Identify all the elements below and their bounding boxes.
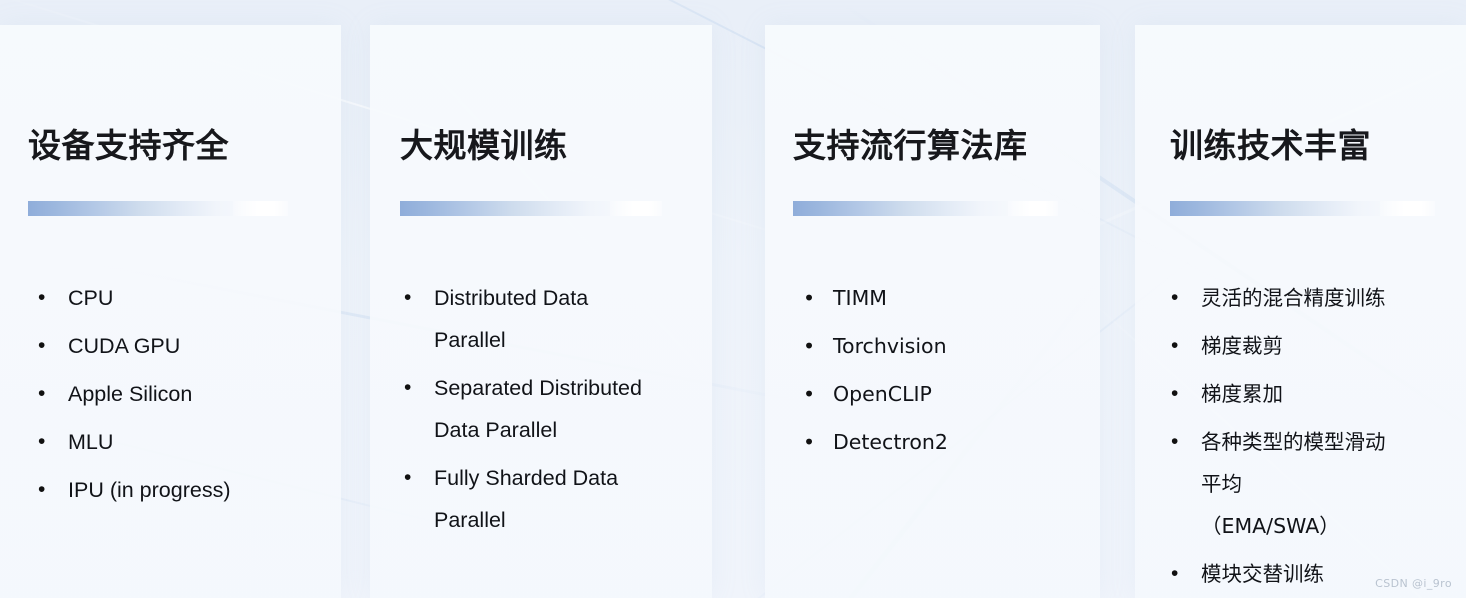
bullet-icon: • bbox=[1171, 382, 1179, 405]
list-item-label: TIMM bbox=[833, 286, 887, 310]
bullet-icon: • bbox=[803, 334, 816, 358]
bullet-icon: • bbox=[803, 286, 816, 310]
feature-card-popular-algorithm-libraries[interactable]: 支持流行算法库 • TIMM • Torchvision • OpenCLIP • Detec… bbox=[765, 25, 1100, 598]
list-item-label: CUDA GPU bbox=[68, 334, 181, 358]
list-item: • Distributed Data Parallel bbox=[396, 277, 702, 361]
list-item: • Fully Sharded Data Parallel bbox=[396, 457, 702, 541]
list-item: • OpenCLIP bbox=[795, 373, 1090, 415]
list-item: • Apple Silicon bbox=[30, 373, 331, 415]
list-item-label: Distributed Data Parallel bbox=[434, 286, 589, 352]
list-item: • Separated Distributed Data Parallel bbox=[396, 367, 702, 451]
bullet-icon: • bbox=[1171, 430, 1179, 453]
feature-card-group: 设备支持齐全 • CPU • CUDA GPU • Apple Silicon • MLU • I… bbox=[0, 0, 1466, 598]
accent-highlight bbox=[1008, 201, 1058, 216]
bullet-icon: • bbox=[38, 286, 46, 309]
list-item-label: 梯度累加 bbox=[1201, 382, 1283, 406]
list-item: • TIMM bbox=[795, 277, 1090, 319]
list-item-label: OpenCLIP bbox=[833, 382, 932, 406]
list-item-label: 各种类型的模型滑动 平均 （EMA/SWA） bbox=[1201, 430, 1386, 538]
bullet-icon: • bbox=[803, 382, 816, 406]
list-item-label: Torchvision bbox=[833, 334, 947, 358]
list-item: • CUDA GPU bbox=[30, 325, 331, 367]
list-item-label: CPU bbox=[68, 286, 114, 310]
list-item: • 灵活的混合精度训练 bbox=[1163, 277, 1456, 319]
card-bullet-list: • TIMM • Torchvision • OpenCLIP • Detectron2 bbox=[795, 277, 1090, 469]
watermark: CSDN @i_9ro bbox=[1375, 577, 1452, 590]
accent-gradient bbox=[793, 201, 1015, 216]
bullet-icon: • bbox=[1171, 562, 1179, 585]
list-item-label: IPU (in progress) bbox=[68, 478, 231, 502]
card-bullet-list: • 灵活的混合精度训练 • 梯度裁剪 • 梯度累加 • 各种类型的模型滑动 平均 （EMA/S… bbox=[1163, 277, 1456, 598]
title-accent-rule bbox=[793, 201, 1058, 216]
bullet-icon: • bbox=[803, 430, 816, 454]
bullet-icon: • bbox=[1171, 334, 1179, 357]
accent-gradient bbox=[28, 201, 250, 216]
feature-card-device-support[interactable]: 设备支持齐全 • CPU • CUDA GPU • Apple Silicon • MLU • I… bbox=[0, 25, 341, 598]
bullet-icon: • bbox=[404, 376, 412, 399]
list-item-label: 灵活的混合精度训练 bbox=[1201, 286, 1386, 310]
card-title: 大规模训练 bbox=[400, 126, 568, 165]
list-item-label: Separated Distributed Data Parallel bbox=[434, 376, 642, 442]
bullet-icon: • bbox=[38, 382, 46, 405]
card-title: 支持流行算法库 bbox=[793, 126, 1028, 165]
list-item: • Torchvision bbox=[795, 325, 1090, 367]
list-item: • 梯度累加 bbox=[1163, 373, 1456, 415]
bullet-icon: • bbox=[38, 478, 46, 501]
card-title: 设备支持齐全 bbox=[28, 126, 229, 165]
card-title: 训练技术丰富 bbox=[1170, 126, 1371, 165]
slide-canvas: 设备支持齐全 • CPU • CUDA GPU • Apple Silicon • MLU • I… bbox=[0, 0, 1466, 598]
accent-gradient bbox=[1170, 201, 1392, 216]
feature-card-rich-training-techniques[interactable]: 训练技术丰富 • 灵活的混合精度训练 • 梯度裁剪 • 梯度累加 • 各种类型的模型滑动 平均… bbox=[1135, 25, 1466, 598]
bullet-icon: • bbox=[1171, 286, 1179, 309]
list-item-label: 梯度裁剪 bbox=[1201, 334, 1283, 358]
title-accent-rule bbox=[28, 201, 288, 216]
list-item: • 梯度裁剪 bbox=[1163, 325, 1456, 367]
list-item: • Detectron2 bbox=[795, 421, 1090, 463]
accent-highlight bbox=[610, 201, 662, 216]
bullet-icon: • bbox=[404, 286, 412, 309]
list-item-label: Detectron2 bbox=[833, 430, 948, 454]
title-accent-rule bbox=[1170, 201, 1435, 216]
bullet-icon: • bbox=[38, 430, 46, 453]
list-item-label: Apple Silicon bbox=[68, 382, 193, 406]
list-item: • CPU bbox=[30, 277, 331, 319]
feature-card-large-scale-training[interactable]: 大规模训练 • Distributed Data Parallel • Separat… bbox=[370, 25, 712, 598]
list-item-label: Fully Sharded Data Parallel bbox=[434, 466, 619, 532]
card-bullet-list: • CPU • CUDA GPU • Apple Silicon • MLU • IPU (in … bbox=[30, 277, 331, 517]
title-accent-rule bbox=[400, 201, 662, 216]
list-item: • MLU bbox=[30, 421, 331, 463]
accent-gradient bbox=[400, 201, 625, 216]
card-bullet-list: • Distributed Data Parallel • Separated Dis… bbox=[396, 277, 702, 547]
list-item-label: MLU bbox=[68, 430, 114, 454]
accent-highlight bbox=[1380, 201, 1435, 216]
bullet-icon: • bbox=[38, 334, 46, 357]
bullet-icon: • bbox=[404, 466, 412, 489]
list-item: • 各种类型的模型滑动 平均 （EMA/SWA） bbox=[1163, 421, 1456, 547]
accent-highlight bbox=[233, 201, 288, 216]
list-item: • IPU (in progress) bbox=[30, 469, 331, 511]
